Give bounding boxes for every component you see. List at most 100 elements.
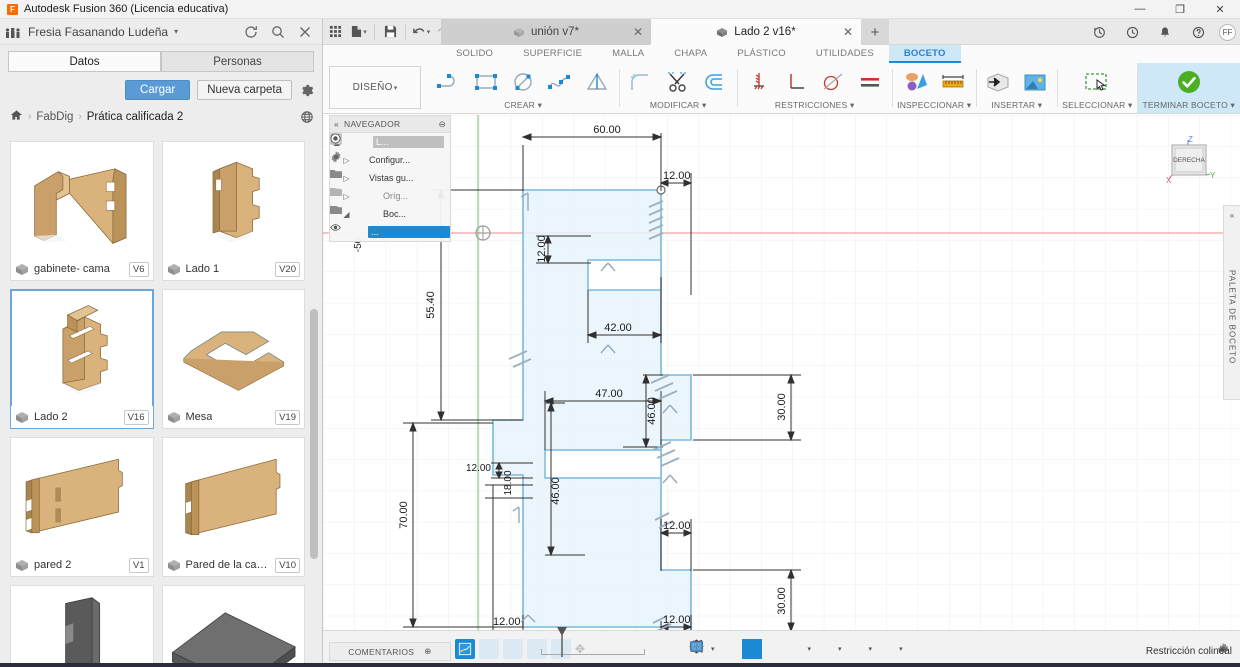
- rectangle-icon[interactable]: [469, 65, 503, 99]
- item-version[interactable]: V10: [275, 558, 300, 573]
- grid-snap-icon[interactable]: [847, 639, 867, 659]
- zoom-icon[interactable]: [764, 639, 784, 659]
- item-version[interactable]: V16: [124, 410, 149, 425]
- data-item-card[interactable]: gabinete- cama V6: [10, 141, 154, 281]
- timeline-feature-sketch[interactable]: [455, 639, 475, 659]
- line-icon[interactable]: [432, 65, 466, 99]
- ribbon-tab-plastico[interactable]: PLÁSTICO: [722, 45, 801, 63]
- search-icon[interactable]: [271, 25, 285, 39]
- workspace-switcher-button[interactable]: DISEÑO ▾: [329, 66, 421, 109]
- zoom-window-icon[interactable]: [786, 639, 806, 659]
- close-button[interactable]: ✕: [1200, 0, 1240, 19]
- breadcrumb-item-fabdig[interactable]: FabDig: [36, 111, 73, 123]
- timeline-feature[interactable]: [479, 639, 499, 659]
- trim-icon[interactable]: [661, 65, 695, 99]
- fillet-icon[interactable]: [624, 65, 658, 99]
- document-tab-union[interactable]: unión v7* ✕: [441, 19, 651, 45]
- avatar[interactable]: FF: [1219, 24, 1236, 41]
- offset-icon[interactable]: [698, 65, 732, 99]
- tangent-icon[interactable]: [816, 65, 850, 99]
- chevron-down-icon[interactable]: ▾: [1231, 100, 1235, 110]
- data-item-card[interactable]: [162, 585, 306, 667]
- comments-add-icon[interactable]: ⊕: [424, 646, 431, 657]
- data-item-card-selected[interactable]: Lado 2 V16: [10, 289, 154, 429]
- browser-row-configuracion[interactable]: ▷ Configur...: [330, 151, 450, 169]
- browser-options-icon[interactable]: ⊖: [439, 119, 446, 130]
- expand-arrow-icon[interactable]: ▷: [342, 156, 351, 165]
- chevron-down-icon[interactable]: ▾: [363, 28, 367, 36]
- window-select-icon[interactable]: [1080, 65, 1114, 99]
- measure-section-icon[interactable]: [899, 65, 933, 99]
- chevron-down-icon[interactable]: ▾: [899, 645, 903, 653]
- new-folder-button[interactable]: Nueva carpeta: [197, 80, 292, 100]
- globe-icon[interactable]: [300, 110, 314, 124]
- ribbon-tab-utilidades[interactable]: UTILIDADES: [801, 45, 889, 63]
- polygon-icon[interactable]: [580, 65, 614, 99]
- measure-icon[interactable]: [936, 65, 970, 99]
- save-icon[interactable]: [378, 19, 402, 45]
- ribbon-tab-malla[interactable]: MALLA: [597, 45, 659, 63]
- refresh-icon[interactable]: [244, 25, 258, 39]
- breadcrumb-item-current[interactable]: Prática calificada 2: [87, 111, 184, 123]
- chevron-down-icon[interactable]: ▾: [427, 28, 431, 36]
- display-settings-icon[interactable]: [720, 639, 740, 659]
- item-version[interactable]: V1: [129, 558, 149, 573]
- data-item-card[interactable]: [10, 585, 154, 667]
- fix-icon[interactable]: [742, 65, 776, 99]
- insert-image-icon[interactable]: [1018, 65, 1052, 99]
- ribbon-tab-chapa[interactable]: CHAPA: [659, 45, 722, 63]
- viewports-icon[interactable]: [877, 639, 897, 659]
- chevron-down-icon[interactable]: ▾: [869, 645, 873, 653]
- timeline-playhead[interactable]: [555, 627, 569, 657]
- ribbon-group-terminar-boceto[interactable]: TERMINAR BOCETO ▾: [1137, 63, 1240, 113]
- chevron-down-icon[interactable]: ▾: [808, 645, 812, 653]
- insert-derive-icon[interactable]: [981, 65, 1015, 99]
- chevron-down-icon[interactable]: ▾: [702, 100, 706, 110]
- timeline-feature[interactable]: [503, 639, 523, 659]
- expand-arrow-icon[interactable]: ▷: [342, 174, 351, 183]
- history-icon[interactable]: [1087, 19, 1111, 45]
- equal-icon[interactable]: [853, 65, 887, 99]
- data-item-card[interactable]: Lado 1 V20: [162, 141, 306, 281]
- chevron-down-icon[interactable]: ▾: [174, 27, 178, 36]
- comments-panel[interactable]: COMENTARIOS ⊕: [329, 642, 451, 661]
- ribbon-tab-solido[interactable]: SOLIDO: [441, 45, 508, 63]
- spline-icon[interactable]: [543, 65, 577, 99]
- sketch-canvas[interactable]: 60.00 12.00 55.40 12.00 42.00 46.00 30.0…: [323, 115, 1240, 667]
- sketch-palette-strip[interactable]: « PALETA DE BOCETO: [1223, 205, 1240, 400]
- upload-button[interactable]: Cargar: [125, 80, 190, 100]
- close-icon[interactable]: ✕: [633, 25, 643, 39]
- browser-row-origen[interactable]: ▷ Oríg...: [330, 187, 450, 205]
- chevron-down-icon[interactable]: ▾: [1038, 100, 1042, 110]
- bell-icon[interactable]: [1153, 19, 1177, 45]
- browser-row-root[interactable]: ◢ L...: [330, 133, 450, 151]
- tab-personas[interactable]: Personas: [161, 51, 314, 72]
- chevron-down-icon[interactable]: ▾: [1128, 100, 1132, 110]
- apps-grid-icon[interactable]: [323, 19, 347, 45]
- view-cube[interactable]: Z DERECHA X Y: [1160, 133, 1212, 181]
- finish-check-icon[interactable]: [1166, 65, 1212, 99]
- chevron-down-icon[interactable]: ▾: [967, 100, 971, 110]
- maximize-button[interactable]: ❐: [1160, 0, 1200, 19]
- undo-icon[interactable]: ▾: [409, 19, 433, 45]
- data-panel-scrollbar[interactable]: [310, 309, 318, 559]
- browser-row-vistas-guardadas[interactable]: ▷ Vistas gu...: [330, 169, 450, 187]
- display-mode-icon[interactable]: [816, 639, 836, 659]
- account-name[interactable]: Fresia Fasanando Ludeña: [28, 25, 168, 39]
- data-item-card[interactable]: Mesa V19: [162, 289, 306, 429]
- browser-row-sketch-selected[interactable]: ...: [330, 223, 450, 241]
- document-tab-lado2[interactable]: Lado 2 v16* ✕: [651, 19, 861, 45]
- ribbon-tab-superficie[interactable]: SUPERFICIE: [508, 45, 597, 63]
- browser-row-bocetos[interactable]: ◢ Boc...: [330, 205, 450, 223]
- pan-hand-icon[interactable]: [742, 639, 762, 659]
- clock-icon[interactable]: [1120, 19, 1144, 45]
- file-icon[interactable]: ▾: [347, 19, 371, 45]
- tab-datos[interactable]: Datos: [8, 51, 161, 72]
- data-item-card[interactable]: pared 2 V1: [10, 437, 154, 577]
- item-version[interactable]: V6: [129, 262, 149, 277]
- gear-icon[interactable]: [299, 83, 314, 98]
- circle-icon[interactable]: [506, 65, 540, 99]
- expand-arrow-icon[interactable]: ▷: [342, 192, 351, 201]
- close-icon[interactable]: ✕: [843, 25, 853, 39]
- collapse-icon[interactable]: «: [334, 119, 339, 129]
